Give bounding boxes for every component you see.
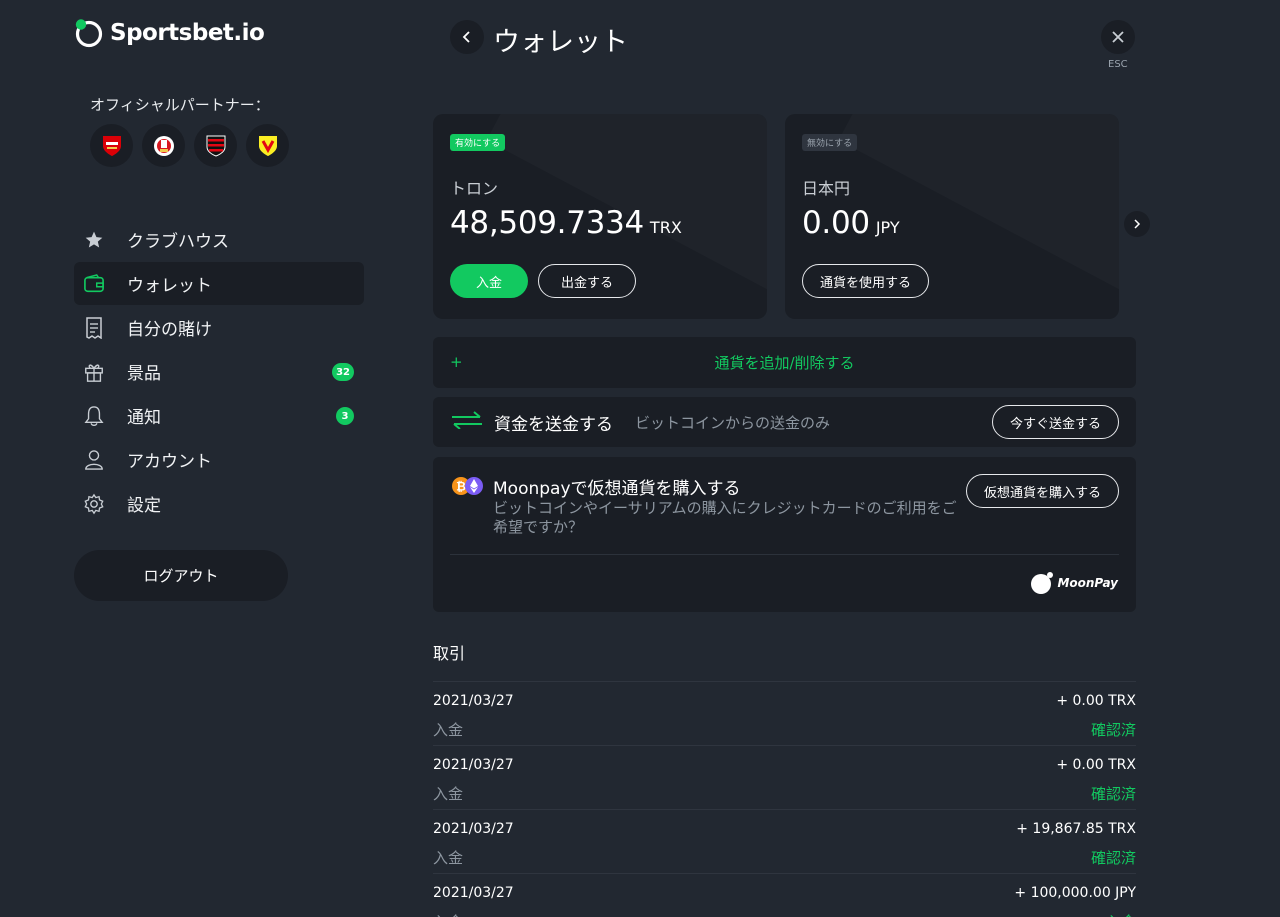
sidebar-item-account[interactable]: アカウント <box>74 438 364 481</box>
next-card-button[interactable] <box>1124 211 1150 237</box>
tx-status: 確認済 <box>1090 721 1136 739</box>
wallet-card-trx: 有効にする トロン 48,509.7334 TRX 入金 出金する <box>433 114 767 319</box>
partners-title: オフィシャルパートナー： <box>90 96 270 114</box>
deposit-button[interactable]: 入金 <box>450 264 529 298</box>
star-icon <box>83 229 105 251</box>
sidebar-item-label: ウォレット <box>127 276 212 296</box>
brand-name: Sportsbet.io <box>110 20 265 46</box>
tx-type: 入金 <box>433 911 463 917</box>
sidebar-item-label: 景品 <box>127 364 161 384</box>
partner-crests <box>90 124 289 167</box>
plus-icon: + <box>450 353 463 371</box>
table-row[interactable]: 2021/03/27 + 19,867.85 TRX 入金 確認済 <box>433 809 1136 873</box>
table-row[interactable]: 2021/03/27 + 0.00 TRX 入金 確認済 <box>433 745 1136 809</box>
chevron-left-icon <box>462 31 470 43</box>
sidebar-item-settings[interactable]: 設定 <box>74 482 364 525</box>
receipt-icon <box>83 316 105 339</box>
sidebar-item-label: アカウント <box>127 452 212 472</box>
close-icon <box>1112 31 1124 43</box>
divider <box>450 554 1119 555</box>
withdraw-button[interactable]: 出金する <box>538 264 637 298</box>
tx-amount: + 0.00 TRX <box>1056 757 1136 773</box>
sidebar-item-label: 通知 <box>127 408 161 428</box>
watford-crest-icon[interactable] <box>246 124 289 167</box>
sidebar-item-notifications[interactable]: 通知 3 <box>74 394 364 437</box>
bell-icon <box>83 405 105 427</box>
sidebar-item-label: クラブハウス <box>127 232 229 252</box>
sidebar-item-my-bets[interactable]: 自分の賭け <box>74 306 364 349</box>
moonpay-logo: MoonPay <box>1030 571 1118 595</box>
flamengo-crest-icon[interactable] <box>194 124 237 167</box>
logout-button[interactable]: ログアウト <box>74 550 288 601</box>
currency-name: トロン <box>450 179 499 198</box>
balance-amount: 48,509.7334 <box>450 205 644 241</box>
moonpay-logo-icon <box>1031 572 1054 594</box>
send-funds-title: 資金を送金する <box>494 414 613 435</box>
prizes-count-badge: 32 <box>332 363 354 381</box>
notifications-count-badge: 3 <box>336 407 354 425</box>
gear-icon <box>83 493 105 515</box>
tx-type: 入金 <box>433 785 464 803</box>
tx-type: 入金 <box>433 849 464 867</box>
currency-code: JPY <box>875 218 900 237</box>
send-now-button[interactable]: 今すぐ送金する <box>991 405 1119 439</box>
tx-date: 2021/03/27 <box>433 757 514 773</box>
currency-code: TRX <box>649 218 682 237</box>
esc-hint: ESC <box>1108 59 1128 70</box>
svg-text:₿: ₿ <box>456 480 466 494</box>
table-row[interactable]: 2021/03/27 + 0.00 TRX 入金 確認済 <box>433 681 1136 745</box>
sidebar-item-clubhouse[interactable]: クラブハウス <box>74 218 364 261</box>
buy-crypto-button[interactable]: 仮想通貨を購入する <box>965 474 1119 508</box>
moonpay-description: ビットコインやイーサリアムの購入にクレジットカードのご利用をご希望ですか？ <box>493 499 957 536</box>
transfer-arrows-icon <box>450 411 484 433</box>
gift-icon <box>83 361 105 383</box>
active-badge: 有効にする <box>450 134 506 151</box>
send-funds-subtitle: ビットコインからの送金のみ <box>635 413 831 432</box>
tx-status: 確認済 <box>1090 785 1136 803</box>
tx-status: 入金 <box>1106 911 1136 917</box>
page-title: ウォレット <box>493 27 628 58</box>
currency-name: 日本円 <box>802 179 851 198</box>
crypto-coins-icon: ₿ <box>451 476 485 496</box>
moonpay-panel: ₿ Moonpayで仮想通貨を購入する ビットコインやイーサリアムの購入にクレジ… <box>433 457 1136 612</box>
tx-amount: + 19,867.85 TRX <box>1016 821 1136 837</box>
wallet-card-jpy: 無効にする 日本円 0.00 JPY 通貨を使用する <box>785 114 1119 319</box>
send-funds-panel: 資金を送金する ビットコインからの送金のみ 今すぐ送金する <box>433 397 1136 447</box>
transactions-title: 取引 <box>433 644 466 663</box>
southampton-crest-icon[interactable] <box>142 124 185 167</box>
tx-status: 確認済 <box>1090 849 1136 867</box>
tx-date: 2021/03/27 <box>433 821 514 837</box>
tx-date: 2021/03/27 <box>433 885 514 901</box>
sidebar-item-wallet[interactable]: ウォレット <box>74 262 364 305</box>
sidebar-item-prizes[interactable]: 景品 32 <box>74 350 364 393</box>
sidebar-item-label: 自分の賭け <box>127 320 212 340</box>
sportsbet-logo-icon <box>74 18 104 48</box>
table-row[interactable]: 2021/03/27 + 100,000.00 JPY 入金 入金 <box>433 873 1136 917</box>
moonpay-logo-text: MoonPay <box>1057 576 1118 590</box>
close-button[interactable] <box>1101 20 1135 54</box>
add-remove-currency-button[interactable]: + 通貨を追加/削除する <box>433 337 1136 388</box>
wallet-balance: 0.00 JPY <box>802 205 1102 241</box>
transactions-list: 2021/03/27 + 0.00 TRX 入金 確認済 2021/03/27 … <box>433 681 1136 917</box>
sportsbet-logo[interactable]: Sportsbet.io <box>74 18 265 48</box>
sidebar-nav: クラブハウス ウォレット 自分の賭け 景品 32 通知 3 アカウント 設定 <box>74 218 364 526</box>
moonpay-title: Moonpayで仮想通貨を購入する <box>493 479 741 499</box>
tx-amount: + 100,000.00 JPY <box>1014 885 1136 901</box>
sidebar-item-label: 設定 <box>127 496 161 516</box>
tx-date: 2021/03/27 <box>433 693 514 709</box>
tx-type: 入金 <box>433 721 464 739</box>
inactive-badge[interactable]: 無効にする <box>802 134 858 151</box>
chevron-right-icon <box>1134 219 1141 229</box>
tx-amount: + 0.00 TRX <box>1056 693 1136 709</box>
arsenal-crest-icon[interactable] <box>90 124 133 167</box>
use-currency-button[interactable]: 通貨を使用する <box>802 264 930 298</box>
wallet-icon <box>83 273 105 295</box>
balance-amount: 0.00 <box>802 205 870 241</box>
add-remove-currency-label: 通貨を追加/削除する <box>714 354 855 372</box>
user-icon <box>83 449 105 471</box>
wallet-balance: 48,509.7334 TRX <box>450 205 750 241</box>
back-button[interactable] <box>450 20 484 54</box>
